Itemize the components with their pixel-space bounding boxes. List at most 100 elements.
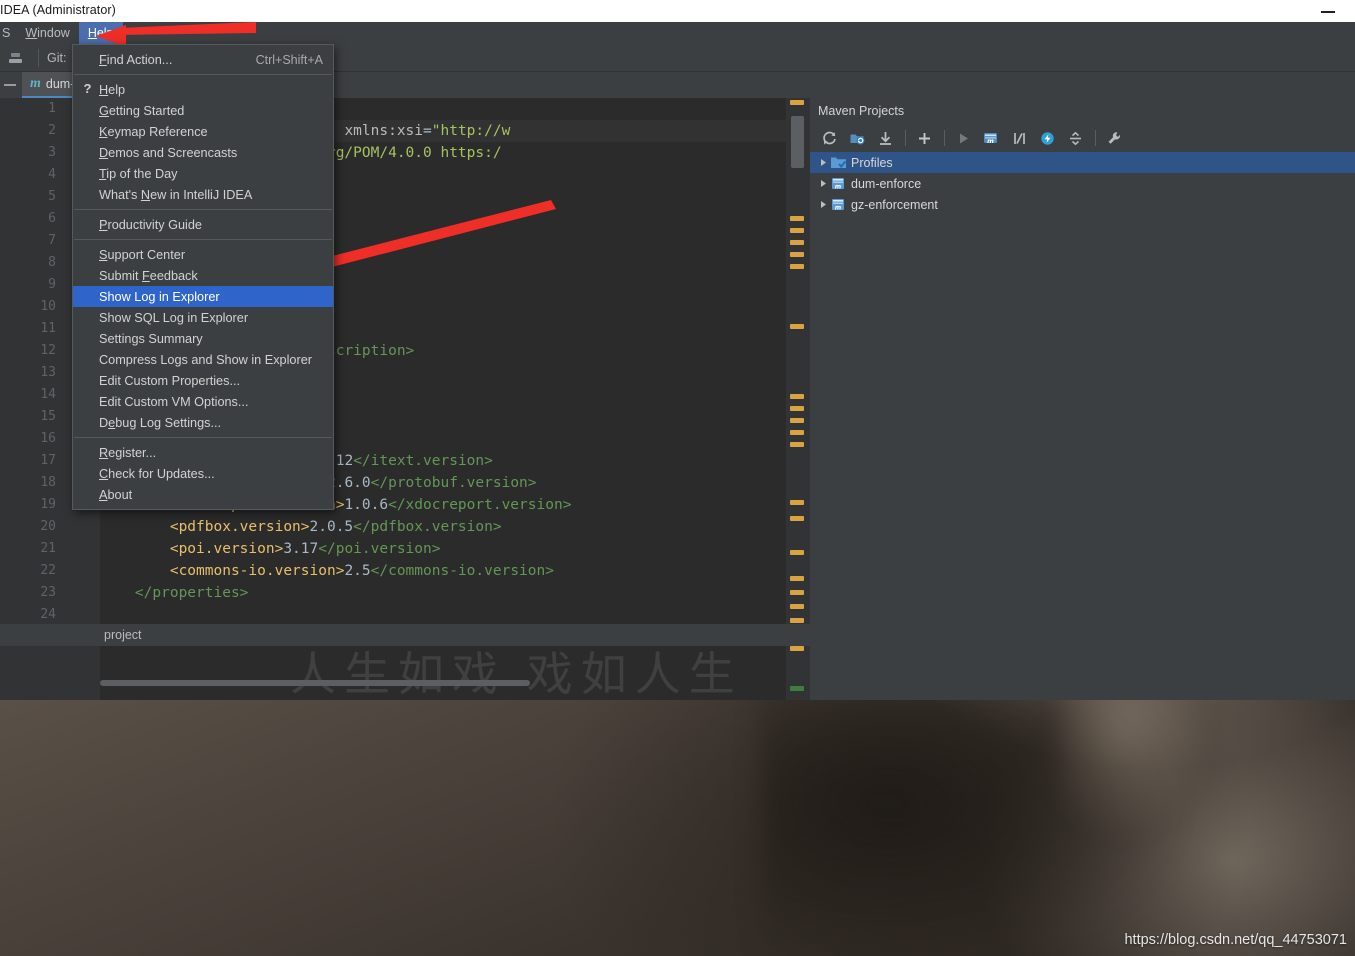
tree-row[interactable]: mdum-enforce	[810, 173, 1355, 194]
menu-item-settings-summary[interactable]: Settings Summary	[73, 328, 333, 349]
warning-stripe-mark[interactable]	[790, 516, 804, 521]
warning-stripe-mark[interactable]	[790, 604, 804, 609]
warning-stripe-mark[interactable]	[790, 216, 804, 221]
menu-separator	[74, 209, 332, 210]
menu-item-submit-feedback[interactable]: Submit Feedback	[73, 265, 333, 286]
code-token: <poi.version>	[100, 541, 283, 557]
toggle-offline-icon[interactable]	[1034, 126, 1060, 150]
menu-item-what-s-new-in-intellij-idea[interactable]: What's New in IntelliJ IDEA	[73, 184, 333, 205]
menu-item-window[interactable]: Window	[16, 22, 78, 44]
menu-item-demos-and-screencasts[interactable]: Demos and Screencasts	[73, 142, 333, 163]
menu-item-label: Submit Feedback	[99, 269, 198, 283]
menu-item-register[interactable]: Register...	[73, 442, 333, 463]
execute-goal-icon[interactable]: m	[978, 126, 1004, 150]
menu-separator	[74, 437, 332, 438]
tree-row[interactable]: mgz-enforcement	[810, 194, 1355, 215]
add-maven-projects-icon[interactable]	[872, 126, 898, 150]
menu-item-show-log-in-explorer[interactable]: Show Log in Explorer	[73, 286, 333, 307]
menu-item-vcs[interactable]: S	[0, 22, 16, 44]
hide-tabs-icon[interactable]	[3, 78, 17, 92]
warning-stripe-mark[interactable]	[790, 252, 804, 257]
menu-item-help[interactable]: ?Help	[73, 79, 333, 100]
code-line[interactable]: <poi.version>3.17</poi.version>	[100, 538, 440, 560]
tree-row[interactable]: Profiles	[810, 152, 1355, 173]
download-sources-icon[interactable]	[844, 126, 870, 150]
svg-text:m: m	[987, 137, 994, 145]
code-token: xmlns:xsi	[344, 123, 423, 139]
build-stack-icon[interactable]	[4, 47, 30, 69]
menu-item-about[interactable]: About	[73, 484, 333, 505]
warning-stripe-mark[interactable]	[790, 240, 804, 245]
maven-pom-icon: m	[30, 76, 41, 92]
menu-item-help-label: elp	[97, 26, 114, 40]
warning-stripe-mark[interactable]	[790, 442, 804, 447]
menu-item-getting-started[interactable]: Getting Started	[73, 100, 333, 121]
maven-toolbar-divider-3	[1095, 130, 1096, 146]
code-line[interactable]: <pdfbox.version>2.0.5</pdfbox.version>	[100, 516, 502, 538]
menu-item-shortcut: Ctrl+Shift+A	[256, 53, 323, 67]
menu-item-label: Register...	[99, 446, 156, 460]
menu-item-edit-custom-properties[interactable]: Edit Custom Properties...	[73, 370, 333, 391]
menu-item-productivity-guide[interactable]: Productivity Guide	[73, 214, 333, 235]
menu-item-label: Edit Custom VM Options...	[99, 395, 248, 409]
warning-stripe-mark[interactable]	[790, 394, 804, 399]
chevron-right-icon[interactable]	[816, 200, 830, 209]
menu-item-label: Help	[99, 83, 125, 97]
menu-item-label: Demos and Screencasts	[99, 146, 237, 160]
wrench-settings-icon[interactable]	[1101, 126, 1127, 150]
menu-item-check-for-updates[interactable]: Check for Updates...	[73, 463, 333, 484]
editor-tab-label: dum-	[46, 77, 74, 91]
help-dropdown-menu[interactable]: Find Action...Ctrl+Shift+A ?HelpGetting S…	[72, 44, 334, 510]
code-line[interactable]: <commons-io.version>2.5</commons-io.vers…	[100, 560, 554, 582]
minimize-icon[interactable]	[1315, 4, 1343, 18]
warning-stripe-mark[interactable]	[790, 418, 804, 423]
code-token: 2.5	[344, 563, 370, 579]
chevron-right-icon[interactable]	[816, 179, 830, 188]
line-number: 14	[40, 387, 56, 402]
code-token: </commons-io.version>	[371, 563, 554, 579]
line-number: 18	[40, 475, 56, 490]
code-token: </itext.version>	[353, 453, 493, 469]
run-icon[interactable]	[950, 126, 976, 150]
warning-stripe-mark[interactable]	[790, 100, 804, 105]
menu-item-label: Productivity Guide	[99, 218, 202, 232]
menu-item-show-sql-log-in-explorer[interactable]: Show SQL Log in Explorer	[73, 307, 333, 328]
breadcrumb[interactable]: project	[0, 624, 810, 646]
toggle-skip-tests-icon[interactable]	[1006, 126, 1032, 150]
warning-stripe-mark[interactable]	[790, 324, 804, 329]
warning-stripe-mark[interactable]	[790, 550, 804, 555]
menu-item-support-center[interactable]: Support Center	[73, 244, 333, 265]
warning-stripe-mark[interactable]	[790, 646, 804, 651]
warning-stripe-mark[interactable]	[790, 406, 804, 411]
menu-item-help[interactable]: Help	[79, 22, 123, 44]
warning-stripe-mark[interactable]	[790, 618, 804, 623]
collapse-all-icon[interactable]	[1062, 126, 1088, 150]
warning-stripe-mark[interactable]	[790, 264, 804, 269]
menu-item-debug-log-settings[interactable]: Debug Log Settings...	[73, 412, 333, 433]
chevron-right-icon[interactable]	[816, 158, 830, 167]
code-line[interactable]: </properties>	[100, 582, 248, 604]
line-number: 19	[40, 497, 56, 512]
line-number: 6	[48, 211, 56, 226]
warning-stripe-mark[interactable]	[790, 500, 804, 505]
warning-stripe-mark[interactable]	[790, 576, 804, 581]
code-token: 2.0.5	[310, 519, 354, 535]
warning-stripe-mark[interactable]	[790, 228, 804, 233]
menu-item-tip-of-the-day[interactable]: Tip of the Day	[73, 163, 333, 184]
warning-stripe-mark[interactable]	[790, 590, 804, 595]
warning-stripe-mark[interactable]	[790, 430, 804, 435]
editor-vertical-scrollbar-thumb[interactable]	[791, 116, 804, 168]
plus-icon[interactable]	[911, 126, 937, 150]
menu-item-compress-logs-and-show-in-explorer[interactable]: Compress Logs and Show in Explorer	[73, 349, 333, 370]
menu-item-find-action[interactable]: Find Action...Ctrl+Shift+A	[73, 49, 333, 70]
maven-project-tree[interactable]: Profilesmdum-enforcemgz-enforcement	[810, 152, 1355, 222]
menu-item-label: Tip of the Day	[99, 167, 178, 181]
reimport-icon[interactable]	[816, 126, 842, 150]
editor-error-stripe[interactable]	[786, 98, 810, 700]
menu-item-edit-custom-vm-options[interactable]: Edit Custom VM Options...	[73, 391, 333, 412]
menu-item-keymap-reference[interactable]: Keymap Reference	[73, 121, 333, 142]
editor-horizontal-scrollbar[interactable]	[100, 678, 786, 687]
menu-item-label: Edit Custom Properties...	[99, 374, 240, 388]
menu-item-label: Support Center	[99, 248, 185, 262]
info-stripe-mark[interactable]	[790, 686, 804, 691]
